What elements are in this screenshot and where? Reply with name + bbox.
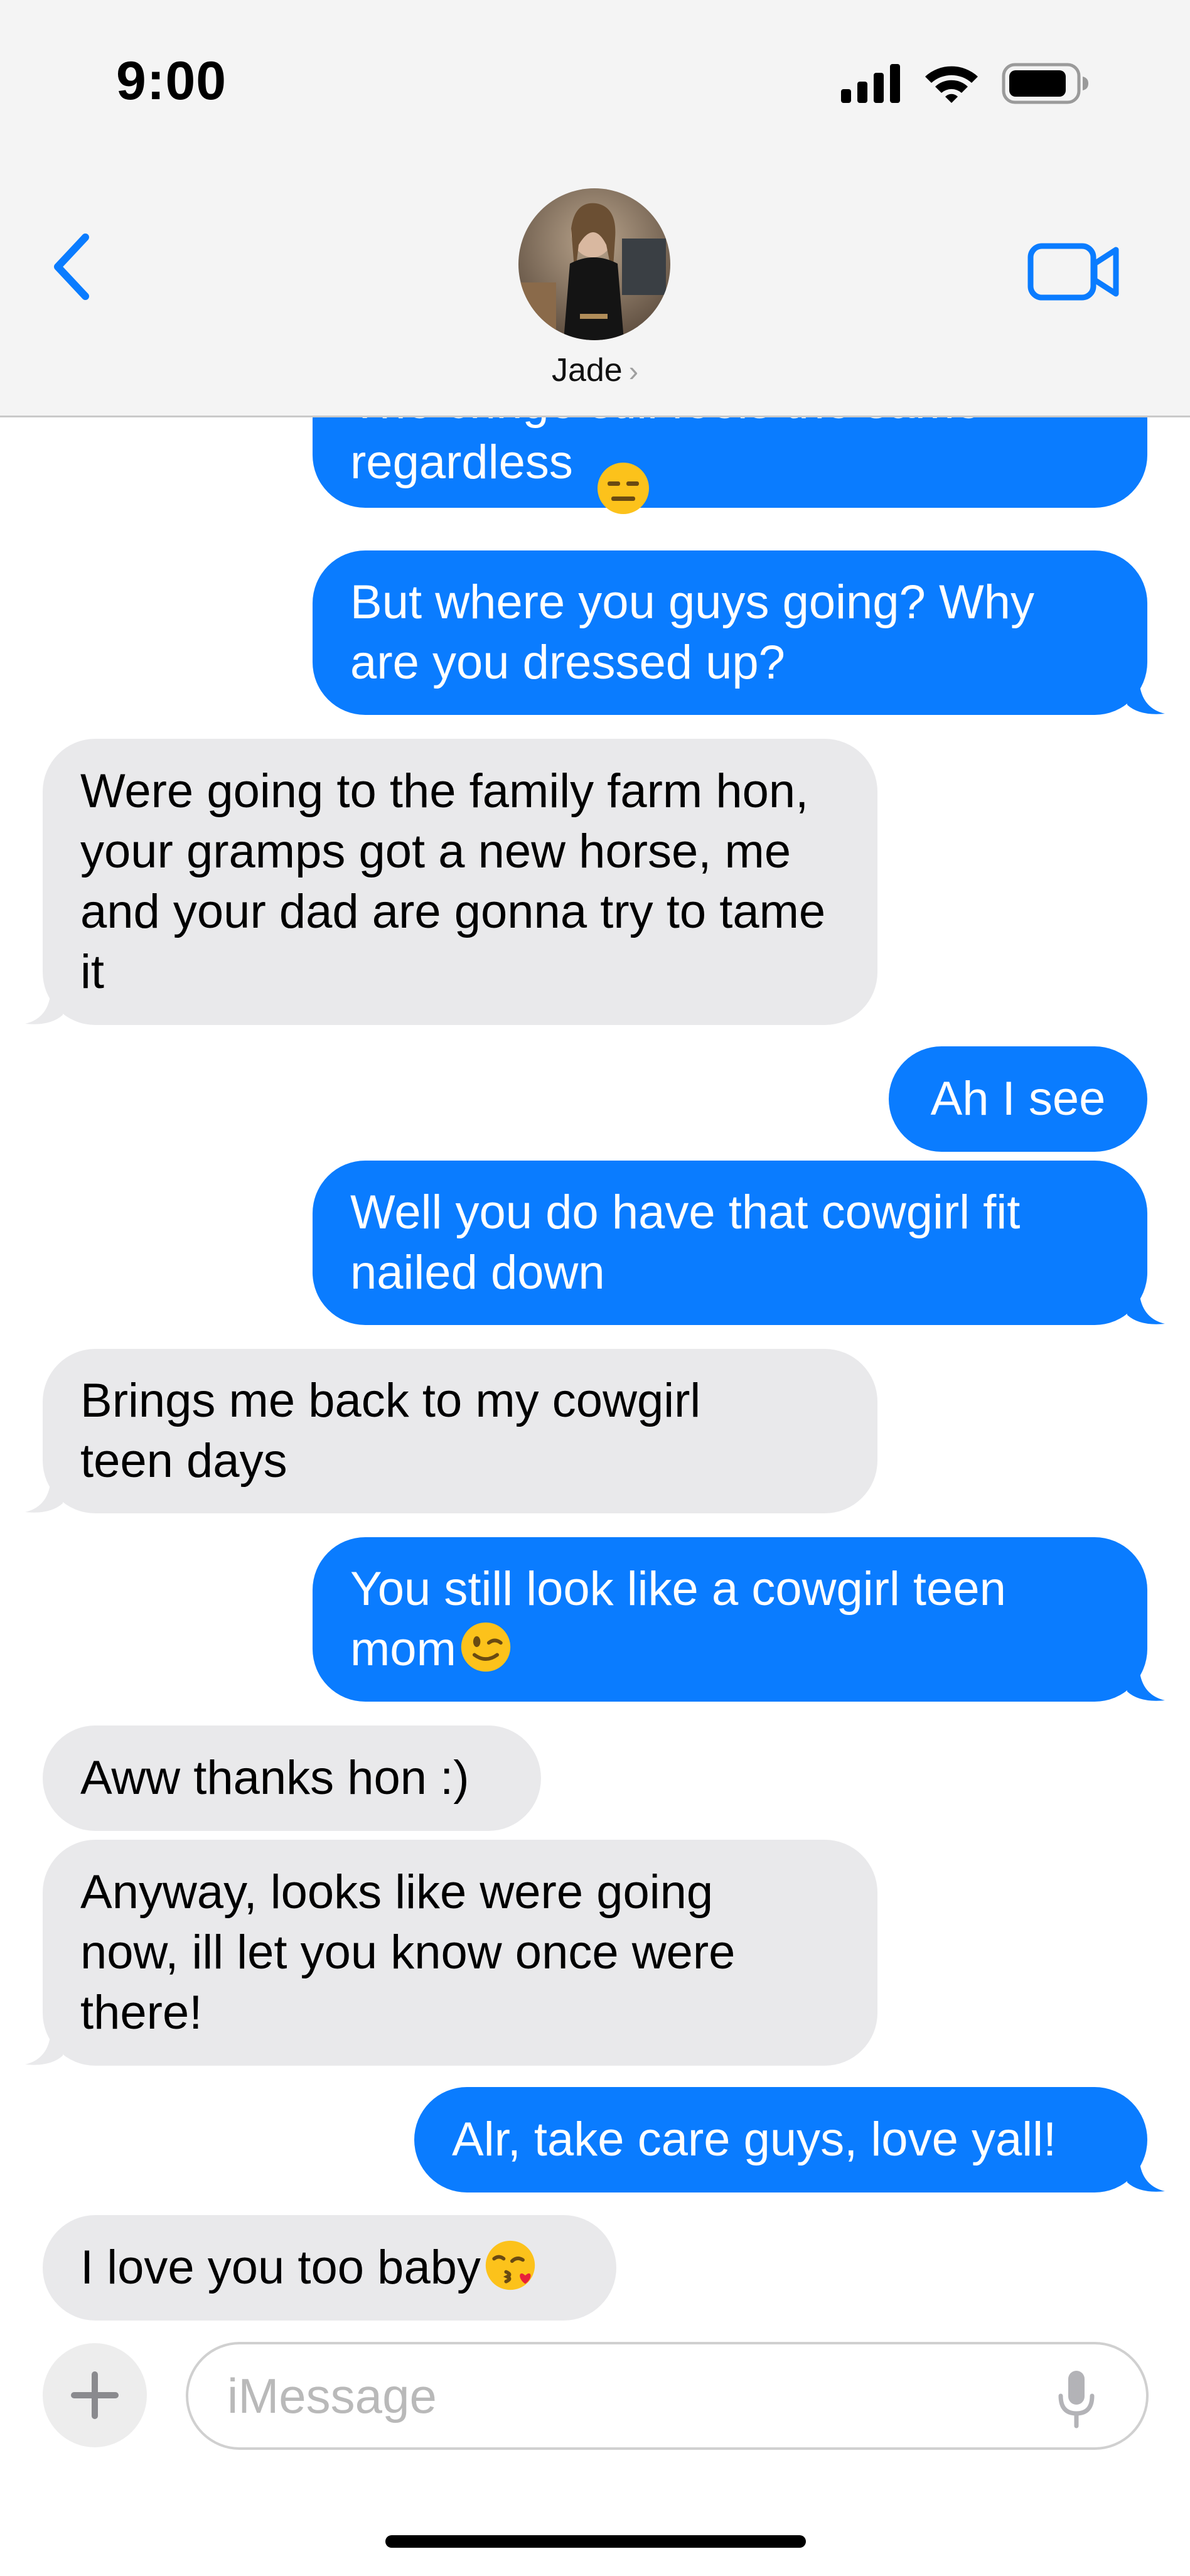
microphone-icon (1058, 2371, 1095, 2428)
status-time: 9:00 (116, 51, 227, 111)
message-bubble-incoming[interactable]: Anyway, looks like were going now, ill l… (25, 1840, 877, 2066)
message-text-wrap: You still look like a cowgirl teen mom (350, 1559, 1078, 1680)
message-text: You still look like a cowgirl teen mom (350, 1562, 1006, 1676)
bubble-tail (1127, 1673, 1165, 1701)
message-text: Aww thanks hon :) (80, 1751, 469, 1805)
apps-plus-button[interactable] (43, 2343, 147, 2447)
message-text: Well you do have that cowgirl fit nailed… (350, 1186, 1021, 1299)
bubble-tail (25, 2037, 63, 2065)
home-indicator[interactable] (385, 2535, 806, 2548)
bubble-tail (1127, 686, 1165, 714)
message-bubble-outgoing[interactable]: Alr, take care guys, love yall! (414, 2087, 1165, 2192)
contact-name: Jade (551, 352, 623, 389)
contact-avatar[interactable] (518, 188, 670, 340)
back-button[interactable] (44, 226, 107, 308)
video-camera-icon (1027, 243, 1119, 301)
chevron-right-icon: › (628, 355, 639, 387)
message-bubble-outgoing[interactable]: But where you guys going? Why are you dr… (313, 550, 1165, 715)
message-text: I love you too baby (80, 2241, 481, 2294)
imessage-input[interactable] (186, 2342, 1149, 2450)
facetime-video-button[interactable] (1027, 237, 1121, 306)
message-text: Brings me back to my cowgirl teen days (80, 1374, 701, 1488)
message-bubble-incoming[interactable]: Aww thanks hon :) (43, 1725, 541, 1831)
message-thread[interactable]: The cringe still feels the same regardle… (0, 417, 1190, 2322)
wifi-icon (925, 66, 978, 103)
message-text: Alr, take care guys, love yall! (452, 2113, 1057, 2166)
message-text: Ah I see (930, 1072, 1106, 1125)
message-text: Were going to the family farm hon, your … (80, 765, 826, 999)
expressionless-face-icon (598, 463, 649, 514)
message-bubble-incoming[interactable]: I love you too baby (43, 2215, 616, 2321)
chevron-left-icon (54, 233, 89, 300)
bubble-tail (1127, 2164, 1165, 2192)
compose-bar (0, 2322, 1190, 2576)
cellular-signal-icon (841, 64, 900, 103)
bubble-tail (25, 1484, 63, 1513)
bubble-tail (25, 996, 63, 1024)
message-bubble-outgoing[interactable]: The cringe still feels the same regardle… (313, 417, 1147, 508)
winking-face-icon (461, 1622, 511, 1672)
status-icons (841, 63, 1090, 104)
plus-icon (71, 2371, 119, 2419)
message-bubble-outgoing[interactable]: Well you do have that cowgirl fit nailed… (313, 1161, 1165, 1325)
message-bubble-incoming[interactable]: Were going to the family farm hon, your … (25, 739, 877, 1025)
dictation-button[interactable] (1054, 2367, 1098, 2430)
message-text: The cringe still feels the same regardle… (350, 417, 981, 489)
bubble-tail (1127, 1296, 1165, 1324)
message-bubble-incoming[interactable]: Brings me back to my cowgirl teen days (25, 1349, 877, 1513)
message-text: Anyway, looks like were going now, ill l… (80, 1865, 736, 2039)
face-blowing-kiss-icon (485, 2240, 535, 2290)
contact-name-link[interactable]: Jade › (0, 352, 1190, 389)
message-text: But where you guys going? Why are you dr… (350, 576, 1034, 689)
status-bar: 9:00 (0, 0, 1190, 169)
message-bubble-outgoing[interactable]: You still look like a cowgirl teen mom (313, 1537, 1165, 1702)
battery-icon (1002, 63, 1088, 104)
conversation-header: Jade › (0, 169, 1190, 417)
message-text-wrap: I love you too baby (80, 2238, 537, 2298)
message-bubble-outgoing[interactable]: Ah I see (889, 1046, 1147, 1152)
